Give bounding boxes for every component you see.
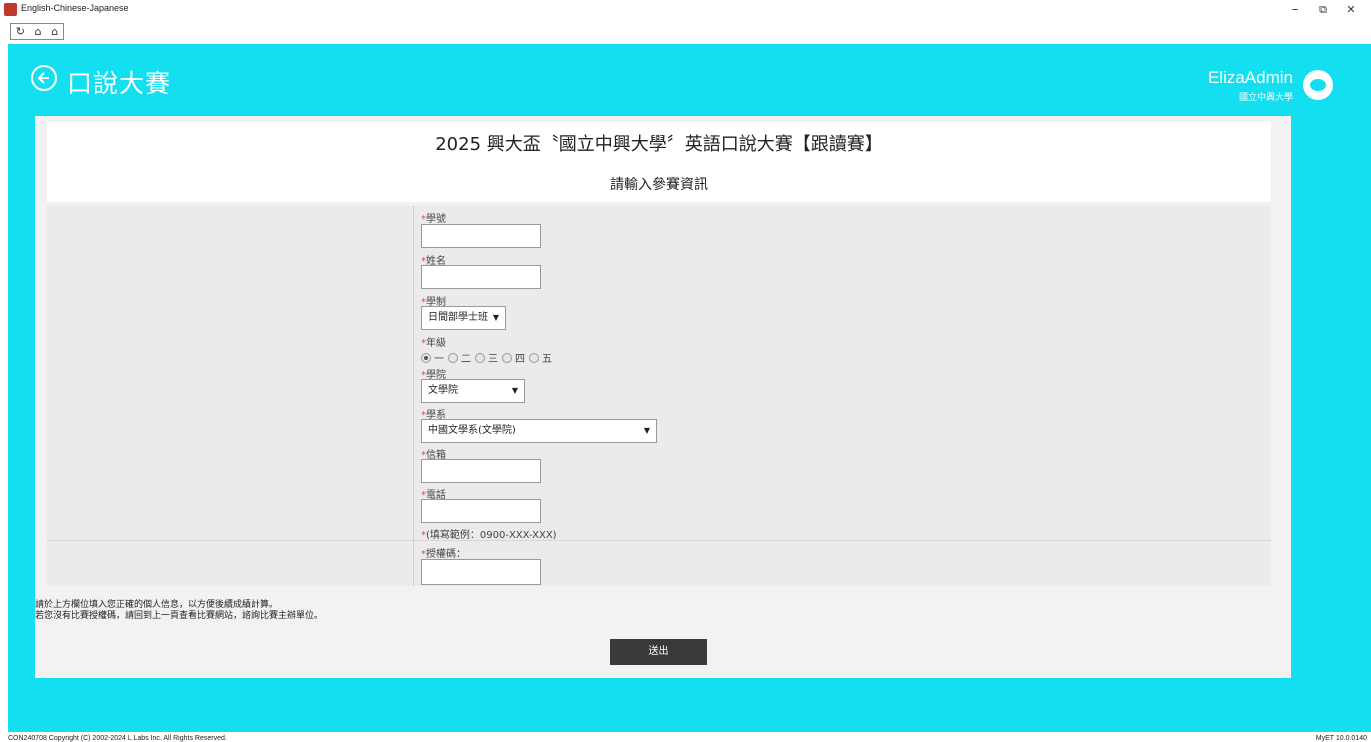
- restore-button[interactable]: ⧉: [1312, 2, 1334, 18]
- email-input[interactable]: [421, 459, 541, 483]
- auth-code-input[interactable]: [421, 559, 541, 585]
- version-text: MyET 10.0.0140: [1315, 735, 1367, 742]
- auth-code-label: *授權碼：: [421, 549, 466, 560]
- close-button[interactable]: ✕: [1340, 2, 1362, 18]
- chevron-down-icon: ▼: [643, 426, 650, 435]
- copyright-text: CON240708 Copyright (C) 2002-2024 L Labs…: [8, 735, 227, 742]
- phone-input[interactable]: [421, 499, 541, 523]
- divider: [413, 206, 414, 586]
- back-arrow-icon[interactable]: [31, 65, 57, 91]
- chevron-down-icon: ▼: [511, 386, 518, 395]
- card-header: 2025 興大盃〝國立中興大學〞英語口說大賽【跟讀賽】 請輸入參賽資訊: [47, 122, 1271, 202]
- chevron-down-icon: ▼: [492, 313, 499, 322]
- grade-radio-3[interactable]: [475, 352, 485, 363]
- grade-label: *年級: [421, 338, 446, 349]
- instruction-line: 若您沒有比賽授權碼，請回到上一頁查看比賽網站，諮詢比賽主辦單位。: [35, 611, 324, 621]
- page-title: 口說大賽: [67, 69, 172, 98]
- college-select[interactable]: 文學院 ▼: [421, 379, 525, 403]
- registration-card: 2025 興大盃〝國立中興大學〞英語口說大賽【跟讀賽】 請輸入參賽資訊 *學號 …: [35, 116, 1291, 678]
- user-organization: 國立中興大學: [1238, 93, 1293, 103]
- nav-buttons: ↻ ⌂ ⌂: [10, 23, 64, 40]
- phone-hint: *(填寫範例：0900-XXX-XXX): [421, 530, 557, 541]
- window-title: English-Chinese-Japanese: [21, 3, 129, 13]
- instructions: 請於上方欄位填入您正確的個人信息，以方便後續成績計算。 若您沒有比賽授權碼，請回…: [35, 600, 323, 622]
- grade-radio-1[interactable]: [421, 352, 431, 363]
- app-main: 口說大賽 ElizaAdmin 國立中興大學 2025 興大盃〝國立中興大學〞英…: [8, 44, 1371, 732]
- grade-radio-group: 一 二 三 四 五: [421, 350, 556, 365]
- submit-button[interactable]: 送出: [610, 639, 707, 665]
- name-input[interactable]: [421, 265, 541, 289]
- home-alt-icon[interactable]: ⌂: [51, 25, 58, 38]
- window-titlebar: English-Chinese-Japanese – ⧉ ✕: [0, 0, 1371, 20]
- minimize-button[interactable]: –: [1284, 2, 1306, 18]
- user-name[interactable]: ElizaAdmin: [1208, 68, 1293, 88]
- instruction-line: 請於上方欄位填入您正確的個人信息，以方便後續成績計算。: [35, 600, 279, 610]
- student-id-label: *學號: [421, 214, 446, 225]
- user-avatar-icon[interactable]: [1303, 70, 1333, 100]
- department-select[interactable]: 中國文學系(文學院) ▼: [421, 419, 657, 443]
- grade-radio-2[interactable]: [448, 352, 458, 363]
- program-select[interactable]: 日間部學士班 ▼: [421, 306, 506, 330]
- browser-nav: ↻ ⌂ ⌂: [8, 21, 1371, 43]
- home-icon[interactable]: ⌂: [35, 25, 42, 38]
- contest-subtitle: 請輸入參賽資訊: [610, 177, 708, 193]
- student-id-input[interactable]: [421, 224, 541, 248]
- reload-icon[interactable]: ↻: [16, 25, 25, 38]
- grade-radio-5[interactable]: [529, 352, 539, 363]
- registration-form: *學號 *姓名 *學制 日間部學士班 ▼ *年級 一 二 三 四 五 *學院 文學…: [47, 206, 1271, 586]
- grade-radio-4[interactable]: [502, 352, 512, 363]
- app-logo-icon: [4, 3, 17, 16]
- contest-title: 2025 興大盃〝國立中興大學〞英語口說大賽【跟讀賽】: [435, 134, 883, 155]
- divider: [47, 540, 1271, 541]
